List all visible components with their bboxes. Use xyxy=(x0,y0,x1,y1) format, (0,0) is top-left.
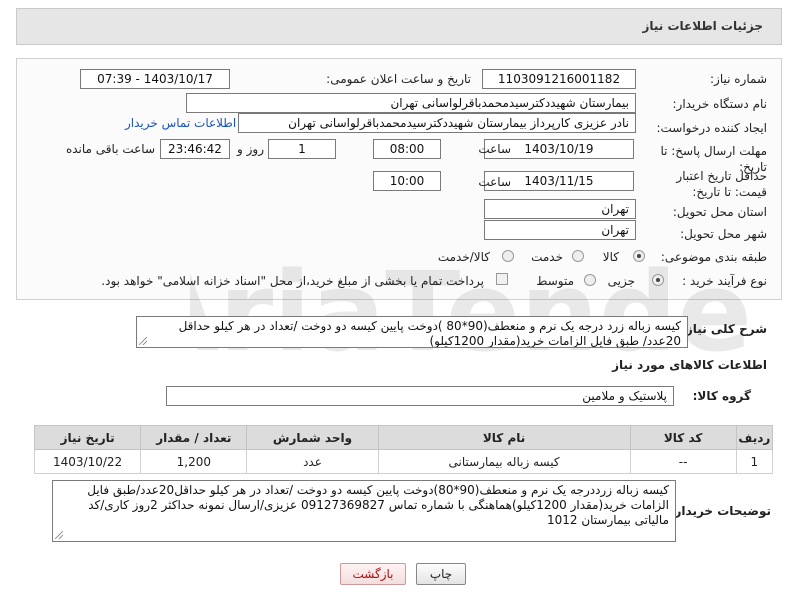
buyer-org-field[interactable]: بیمارستان شهیددکترسیدمحمدباقرلواسانی تهر… xyxy=(186,93,636,113)
buyer-org-label: نام دستگاه خریدار: xyxy=(672,97,768,111)
creator-field[interactable]: نادر عزیزی کارپرداز بیمارستان شهیددکترسی… xyxy=(238,113,636,133)
row-unit: عدد xyxy=(246,449,379,474)
remaining-time-field[interactable]: 23:46:42 xyxy=(160,139,230,159)
table-row[interactable]: 1 -- کیسه زباله بیمارستانی عدد 1,200 140… xyxy=(33,449,774,474)
days-label: روز و xyxy=(237,142,264,156)
row-code: -- xyxy=(629,449,737,474)
category-goods-service-label: کالا/خدمت xyxy=(437,250,490,264)
purchase-medium-radio[interactable] xyxy=(584,274,596,286)
creator-label: ایجاد کننده درخواست: xyxy=(656,121,767,135)
buyer-contact-link[interactable]: اطلاعات تماس خریدار xyxy=(125,116,236,130)
back-button[interactable]: بازگشت xyxy=(340,563,406,585)
col-row-header: ردیف xyxy=(735,425,774,450)
province-field[interactable]: تهران xyxy=(484,199,636,219)
resize-grip-icon[interactable] xyxy=(55,531,63,539)
goods-table-header: ردیف کد کالا نام کالا واحد شمارش تعداد /… xyxy=(33,425,774,450)
goods-group-field[interactable]: پلاستیک و ملامین xyxy=(166,386,674,406)
announce-datetime-label: تاریخ و ساعت اعلان عمومی: xyxy=(326,72,471,86)
category-service-label: خدمت xyxy=(531,250,563,264)
category-goods-label: کالا xyxy=(602,250,619,264)
need-number-field[interactable]: 1103091216001182 xyxy=(482,69,636,89)
page-header: جزئیات اطلاعات نیاز xyxy=(16,8,782,45)
row-date: 1403/10/22 xyxy=(33,449,142,474)
remaining-days-field[interactable]: 1 xyxy=(268,139,336,159)
category-service-radio[interactable] xyxy=(572,250,584,262)
buyer-notes-text: کیسه زباله زرددرجه یک نرم و منعطف(90*80)… xyxy=(87,483,669,527)
description-label: شرح کلی نیاز: xyxy=(681,322,767,336)
page-title: جزئیات اطلاعات نیاز xyxy=(642,19,763,33)
col-date-header: تاریخ نیاز xyxy=(33,425,142,450)
announce-datetime-field[interactable]: 1403/10/17 - 07:39 xyxy=(80,69,230,89)
category-goods-service-radio[interactable] xyxy=(502,250,514,262)
validity-time-label: ساعت xyxy=(478,175,511,189)
buyer-notes-textarea[interactable]: کیسه زباله زرددرجه یک نرم و منعطف(90*80)… xyxy=(52,480,676,542)
purchase-minor-radio[interactable] xyxy=(652,274,664,286)
purchase-minor-label: جزیی xyxy=(607,274,635,288)
category-label: طبقه بندی موضوعی: xyxy=(660,250,767,264)
row-name: کیسه زباله بیمارستانی xyxy=(377,449,631,474)
city-field[interactable]: تهران xyxy=(484,220,636,240)
category-goods-radio[interactable] xyxy=(633,250,645,262)
purchase-medium-label: متوسط xyxy=(536,274,574,288)
need-number-label: شماره نیاز: xyxy=(710,72,767,86)
row-qty: 1,200 xyxy=(140,449,248,474)
deadline-time-field[interactable]: 08:00 xyxy=(373,139,441,159)
province-label: استان محل تحویل: xyxy=(672,205,767,219)
city-label: شهر محل تحویل: xyxy=(680,227,767,241)
goods-group-label: گروه کالا: xyxy=(692,389,751,403)
goods-table: ردیف کد کالا نام کالا واحد شمارش تعداد /… xyxy=(33,425,774,474)
col-unit-header: واحد شمارش xyxy=(246,425,379,450)
col-qty-header: تعداد / مقدار xyxy=(140,425,248,450)
print-button[interactable]: چاپ xyxy=(416,563,466,585)
col-name-header: نام کالا xyxy=(377,425,631,450)
remaining-time-label: ساعت باقی مانده xyxy=(65,142,155,156)
row-index: 1 xyxy=(735,449,774,474)
deadline-time-label: ساعت xyxy=(478,142,511,156)
validity-time-field[interactable]: 10:00 xyxy=(373,171,441,191)
purchase-type-label: نوع فرآیند خرید : xyxy=(682,274,767,288)
col-code-header: کد کالا xyxy=(629,425,737,450)
description-textarea[interactable]: کیسه زباله زرد درجه یک نرم و منعطف(90*80… xyxy=(136,316,688,348)
description-text: کیسه زباله زرد درجه یک نرم و منعطف(90*80… xyxy=(178,319,681,348)
treasury-bonds-checkbox[interactable] xyxy=(496,273,508,285)
goods-section-title: اطلاعات کالاهای مورد نیاز xyxy=(612,358,767,372)
buyer-notes-label: توضیحات خریدار: xyxy=(669,504,771,518)
treasury-bonds-note: پرداخت تمام یا بخشی از مبلغ خرید،از محل … xyxy=(101,274,484,288)
resize-grip-icon[interactable] xyxy=(139,337,147,345)
price-validity-label: حداقل تاریخ اعتبار قیمت: تا تاریخ: xyxy=(676,169,767,199)
